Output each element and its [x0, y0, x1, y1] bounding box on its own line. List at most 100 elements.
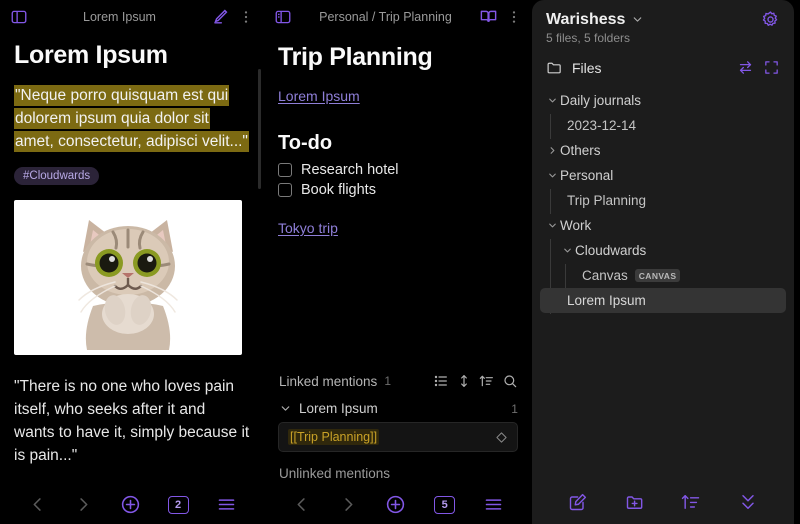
chevron-down-icon[interactable] [279, 402, 292, 415]
left-bottom-nav: 2 [0, 485, 264, 524]
kebab-menu-icon[interactable] [506, 9, 522, 25]
tree-folder-work[interactable]: Work [540, 213, 786, 238]
sort-asc-icon[interactable] [681, 492, 701, 512]
external-link-tokyo-trip[interactable]: Tokyo trip [278, 220, 338, 236]
chevron-right-icon[interactable] [74, 495, 93, 514]
expand-vertical-icon[interactable] [456, 373, 472, 389]
chevron-right-icon[interactable] [546, 145, 560, 156]
tree-label: Work [559, 218, 592, 233]
tree-folder-cloudwards[interactable]: Cloudwards [540, 238, 786, 263]
folder-icon [546, 59, 563, 76]
mid-bottom-nav: 5 [264, 485, 532, 524]
sort-asc-icon[interactable] [479, 373, 495, 389]
mention-group-name: Lorem Ipsum [299, 401, 378, 416]
todo-label: Book flights [301, 182, 376, 198]
internal-link-lorem-ipsum[interactable]: Lorem Ipsum [278, 88, 360, 104]
vault-title-row[interactable]: Warishess [546, 10, 780, 29]
note-heading: Lorem Ipsum [14, 41, 168, 69]
canvas-badge: CANVAS [634, 269, 681, 282]
gear-icon[interactable] [761, 10, 780, 29]
files-label: Files [571, 59, 602, 76]
expand-frame-icon[interactable] [763, 59, 780, 76]
cat-illustration [78, 220, 178, 350]
tree-file-lorem-ipsum[interactable]: Lorem Ipsum [539, 288, 786, 313]
diamond-icon[interactable] [495, 431, 508, 444]
note-paragraph: "There is no one who loves pain itself, … [14, 378, 250, 464]
app-root: Lorem Ipsum Lorem Ipsum "Neque porro qui… [0, 0, 800, 524]
tree-folder-personal[interactable]: Personal [540, 163, 786, 188]
unlinked-mentions-label[interactable]: Unlinked mentions [278, 452, 518, 481]
new-note-icon[interactable] [568, 492, 588, 512]
plus-circle-icon[interactable] [120, 494, 141, 515]
mid-topbar: Personal / Trip Planning [264, 0, 532, 33]
hamburger-menu-icon[interactable] [216, 494, 237, 515]
tree-label: Others [559, 143, 601, 158]
tree-label: Lorem Ipsum [566, 293, 646, 308]
tree-label: Canvas [581, 268, 628, 283]
search-icon[interactable] [502, 373, 518, 389]
chevron-left-icon[interactable] [292, 495, 311, 514]
left-scrollbar[interactable] [258, 69, 261, 189]
highlighted-quote: "Neque porro quisquam est qui dolorem ip… [14, 84, 250, 153]
sidebar-left-icon[interactable] [10, 8, 28, 26]
checkbox-book-flights[interactable] [278, 183, 292, 197]
tree-label: Cloudwards [574, 243, 647, 258]
todo-heading: To-do [278, 132, 333, 154]
tree-folder-daily-journals[interactable]: Daily journals [540, 88, 786, 113]
plus-circle-icon[interactable] [385, 494, 406, 515]
chevron-left-icon[interactable] [28, 495, 47, 514]
breadcrumb[interactable]: Personal / Trip Planning [300, 10, 471, 24]
chevron-right-icon[interactable] [339, 495, 358, 514]
mid-note-panel: Personal / Trip Planning Trip Planning L… [264, 0, 532, 524]
left-note-panel: Lorem Ipsum Lorem Ipsum "Neque porro qui… [0, 0, 264, 524]
chevron-down-icon[interactable] [546, 220, 560, 231]
kebab-menu-icon[interactable] [238, 9, 254, 25]
todo-label: Research hotel [301, 162, 399, 178]
tree-file-canvas[interactable]: Canvas CANVAS [540, 263, 786, 288]
files-section-header: Files [532, 45, 794, 86]
mention-group-row[interactable]: Lorem Ipsum 1 [278, 398, 518, 422]
mention-snippet-card[interactable]: [[Trip Planning]] [278, 422, 518, 452]
left-topbar: Lorem Ipsum [0, 0, 264, 33]
file-tree: Daily journals 2023-12-14 Others Persona… [532, 86, 794, 314]
tree-label: Daily journals [559, 93, 642, 108]
linked-mentions-count: 1 [384, 374, 391, 388]
todo-item[interactable]: Research hotel [278, 162, 518, 178]
left-panel-title: Lorem Ipsum [83, 9, 156, 24]
tree-label: Personal [559, 168, 614, 183]
mid-note-heading: Trip Planning [278, 43, 433, 71]
tree-folder-others[interactable]: Others [540, 138, 786, 163]
todo-item[interactable]: Book flights [278, 182, 518, 198]
mid-note-content: Trip Planning Lorem Ipsum To-do Research… [264, 33, 532, 485]
note-tag[interactable]: #Cloudwards [14, 167, 100, 185]
chevron-down-icon[interactable] [546, 170, 560, 181]
tree-file-trip-planning[interactable]: Trip Planning [540, 188, 786, 213]
quote-highlight: "Neque porro quisquam est qui dolorem ip… [14, 85, 249, 152]
tab-count-badge[interactable]: 2 [167, 495, 189, 514]
hamburger-menu-icon[interactable] [483, 494, 504, 515]
vault-name: Warishess [545, 10, 626, 28]
mention-group-count: 1 [511, 401, 518, 416]
swap-icon[interactable] [737, 59, 754, 76]
list-icon[interactable] [433, 373, 449, 389]
tab-count-badge[interactable]: 5 [434, 495, 456, 514]
tree-file-2023-12-14[interactable]: 2023-12-14 [540, 113, 786, 138]
tree-label: Trip Planning [566, 193, 647, 208]
pencil-icon[interactable] [211, 7, 230, 26]
checkbox-research-hotel[interactable] [278, 163, 292, 177]
mention-snippet-text: [[Trip Planning]] [288, 429, 380, 445]
file-explorer-sidebar: Warishess 5 files, 5 folders Files Daily… [531, 0, 794, 524]
chevron-down-icon[interactable] [561, 245, 575, 256]
mentions-pane: Linked mentions 1 Lorem Ipsum 1 [[Trip P… [264, 364, 532, 485]
vault-stats: 5 files, 5 folders [545, 31, 631, 45]
vault-header: Warishess 5 files, 5 folders [532, 0, 794, 45]
linked-mentions-label: Linked mentions [279, 373, 378, 389]
book-open-icon[interactable] [479, 7, 498, 26]
chevron-down-icon[interactable] [546, 95, 560, 106]
new-folder-icon[interactable] [625, 492, 645, 512]
sidebar-left-icon[interactable] [274, 8, 292, 26]
sidebar-bottom-toolbar [532, 480, 794, 524]
chevron-down-icon[interactable] [631, 13, 644, 26]
collapse-all-icon[interactable] [738, 492, 758, 512]
linked-mentions-header: Linked mentions 1 [278, 364, 518, 398]
